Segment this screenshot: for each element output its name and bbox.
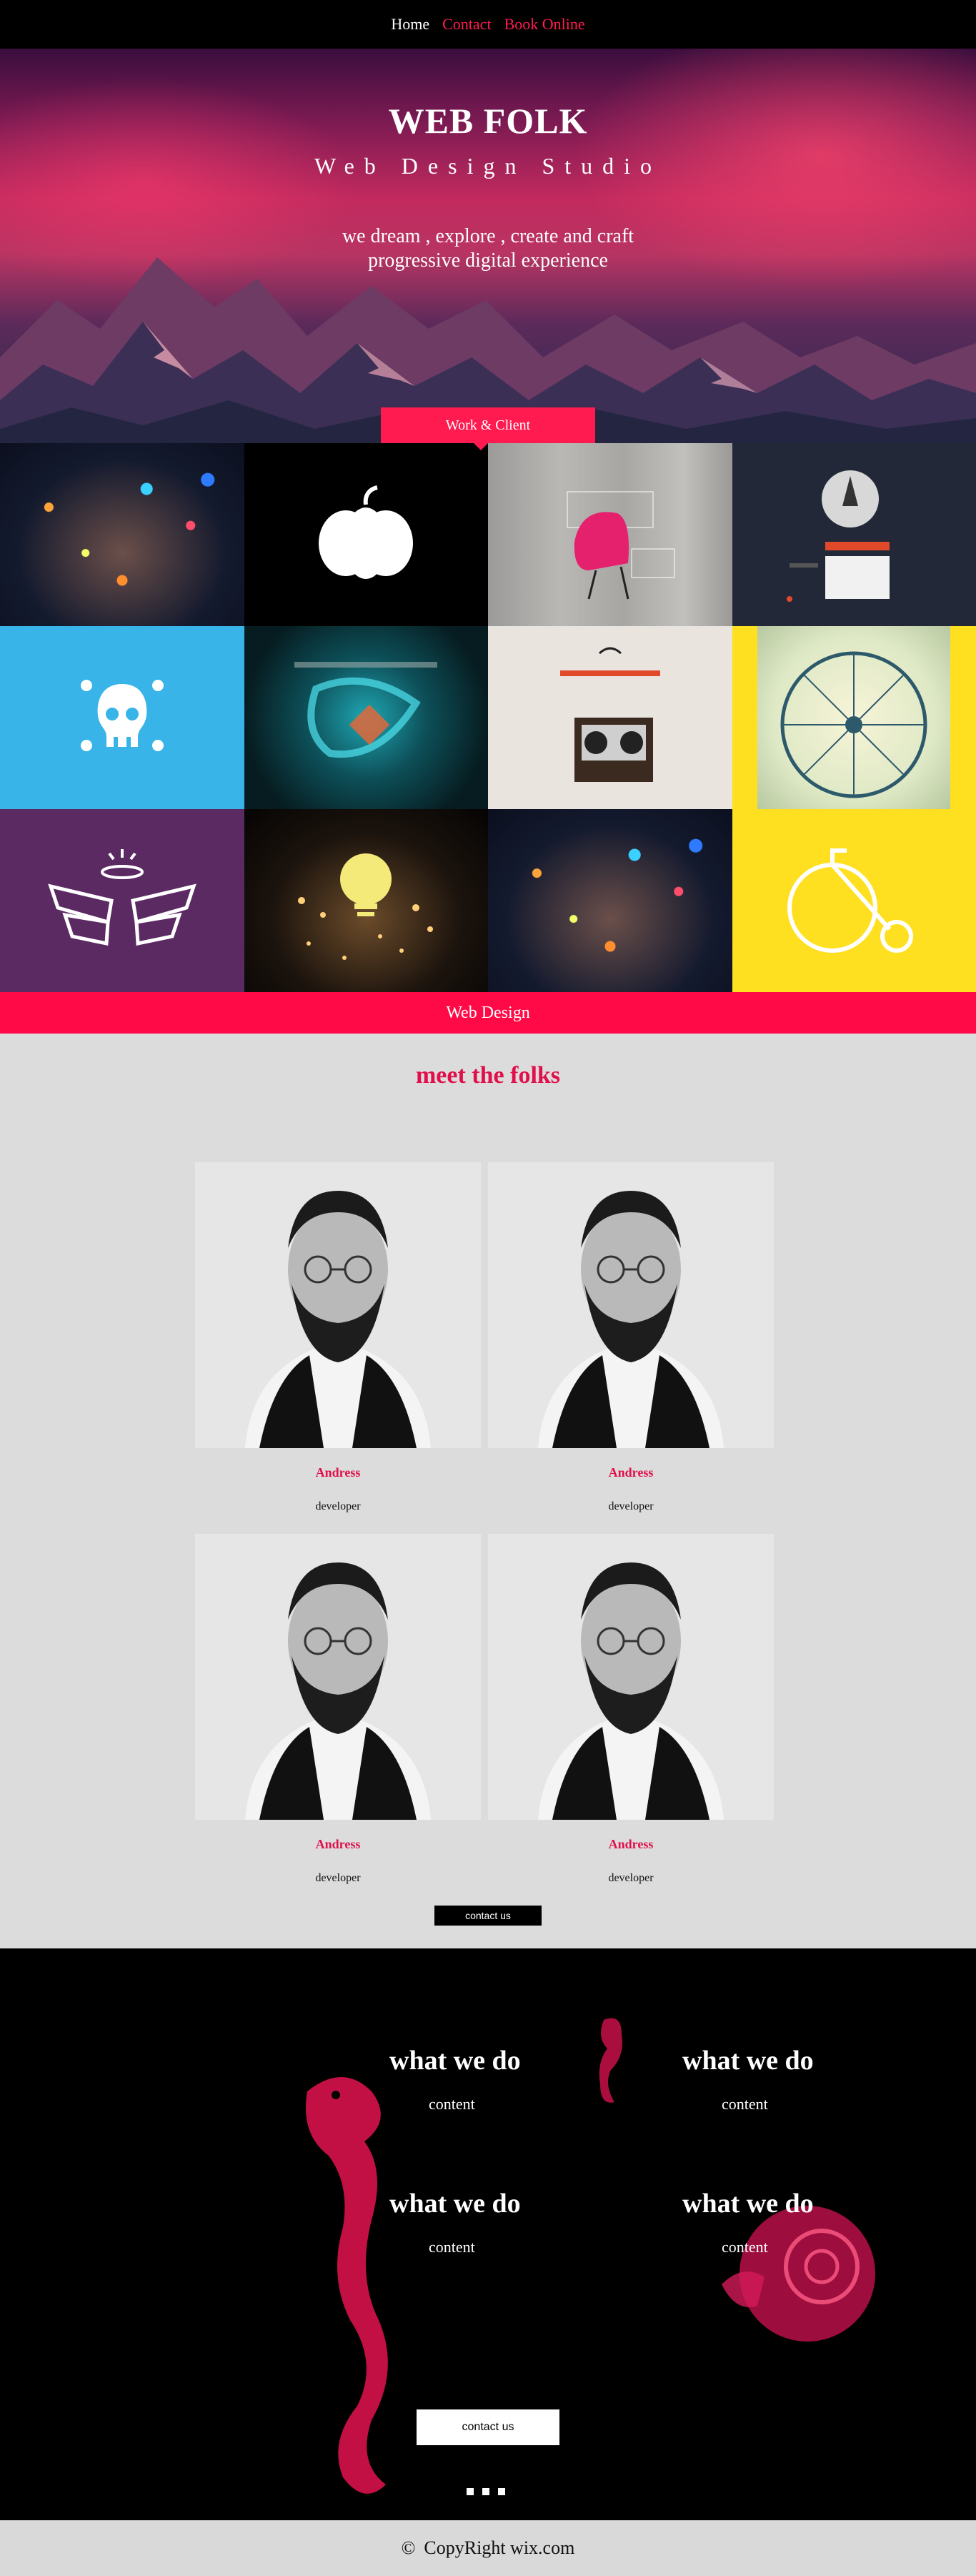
service-title: what we do	[682, 2189, 814, 2219]
what-we-do-section: what we do content what we do content wh…	[0, 1948, 976, 2520]
penny-farthing-icon	[787, 848, 914, 953]
service-title: what we do	[389, 2046, 521, 2076]
portfolio-tile-blue-machine[interactable]	[244, 626, 488, 809]
portrait-illustration	[488, 1534, 774, 1820]
small-seahorse-illustration	[599, 2018, 622, 2103]
tab-pointer	[474, 443, 488, 450]
category-bar[interactable]: Web Design	[0, 992, 976, 1034]
rocket-icon	[787, 470, 890, 602]
copyright-text: CopyRight wix.com	[424, 2537, 575, 2558]
service-title: what we do	[389, 2189, 521, 2219]
ferris-wheel-photo	[757, 626, 951, 809]
nautilus-shell-illustration	[722, 2206, 875, 2342]
team-member-role: developer	[315, 1872, 361, 1884]
service-content: content	[429, 2238, 475, 2256]
site-footer: © CopyRight wix.com	[0, 2520, 976, 2576]
slider-dot[interactable]	[482, 2488, 489, 2495]
pink-chair-icon	[567, 491, 675, 600]
team-member-role: developer	[608, 1500, 654, 1512]
team-member-name: Andress	[315, 1465, 361, 1480]
category-bar-label: Web Design	[446, 1003, 530, 1022]
services-contact-us-button[interactable]: contact us	[417, 2409, 559, 2445]
tape-recorder-icon	[559, 647, 660, 782]
top-nav: Home Contact Book Online	[0, 0, 976, 49]
work-and-client-label: Work & Client	[445, 417, 531, 433]
hero-subtitle: Web Design Studio	[314, 153, 662, 179]
portfolio-tile-angel-wings[interactable]	[0, 809, 244, 992]
portfolio-grid	[0, 443, 976, 992]
portfolio-tile-tape-recorder[interactable]	[488, 626, 732, 809]
lightbulb-icon	[298, 853, 434, 960]
service-content: content	[722, 2095, 768, 2113]
portfolio-tile-rocket-site[interactable]	[732, 443, 976, 626]
hero-title: WEB FOLK	[388, 101, 588, 141]
slider-dot[interactable]	[498, 2488, 505, 2495]
portfolio-tile-pumpkin[interactable]	[244, 443, 488, 626]
slider-dot[interactable]	[467, 2488, 474, 2495]
hero-tagline: we dream , explore , create and craft pr…	[342, 225, 634, 272]
portfolio-tile-skull[interactable]	[0, 626, 244, 809]
portrait-illustration	[195, 1534, 481, 1820]
nav-book-online-link[interactable]: Book Online	[504, 15, 585, 34]
team-member-card: Andress developer	[195, 1162, 481, 1513]
ferris-wheel-icon	[780, 651, 927, 798]
folks-heading: meet the folks	[415, 1062, 561, 1089]
portfolio-tile-pink-chair[interactable]	[488, 443, 732, 626]
copyright-icon: ©	[401, 2537, 416, 2558]
work-and-client-tab[interactable]: Work & Client	[381, 407, 595, 450]
team-member-name: Andress	[608, 1465, 654, 1480]
machine-icon	[294, 662, 438, 758]
team-member-card: Andress developer	[488, 1162, 774, 1513]
team-member-photo	[488, 1162, 774, 1448]
angel-wings-icon	[47, 849, 196, 946]
meet-the-folks-section: meet the folks Andress developer Andress…	[0, 1034, 976, 1948]
portfolio-tile-bokeh-street-2[interactable]	[488, 809, 732, 992]
nav-contact-link[interactable]: Contact	[442, 15, 491, 34]
team-member-card: Andress developer	[195, 1534, 481, 1885]
portrait-illustration	[195, 1162, 481, 1448]
portrait-illustration	[488, 1162, 774, 1448]
team-member-photo	[195, 1534, 481, 1820]
nav-home-link[interactable]: Home	[391, 15, 429, 34]
portfolio-tile-lightbulb[interactable]	[244, 809, 488, 992]
team-member-name: Andress	[315, 1837, 361, 1851]
team-member-name: Andress	[608, 1837, 654, 1851]
team-member-photo	[195, 1162, 481, 1448]
service-title: what we do	[682, 2046, 814, 2076]
seahorse-illustration	[306, 2077, 388, 2494]
team-member-card: Andress developer	[488, 1534, 774, 1885]
service-content: content	[429, 2095, 475, 2113]
portfolio-tile-bokeh-street[interactable]	[0, 443, 244, 626]
slider-pagination	[467, 2488, 505, 2495]
team-member-role: developer	[315, 1500, 361, 1512]
hero-banner: WEB FOLK Web Design Studio we dream , ex…	[0, 49, 976, 443]
portfolio-tile-bicycle[interactable]	[732, 809, 976, 992]
skull-icon	[80, 680, 164, 751]
pumpkin-icon	[319, 485, 414, 579]
portfolio-tile-ferris-wheel[interactable]	[732, 626, 976, 809]
folks-contact-us-button[interactable]: contact us	[434, 1906, 542, 1926]
team-member-photo	[488, 1534, 774, 1820]
service-content: content	[722, 2238, 768, 2256]
team-member-role: developer	[608, 1872, 654, 1884]
